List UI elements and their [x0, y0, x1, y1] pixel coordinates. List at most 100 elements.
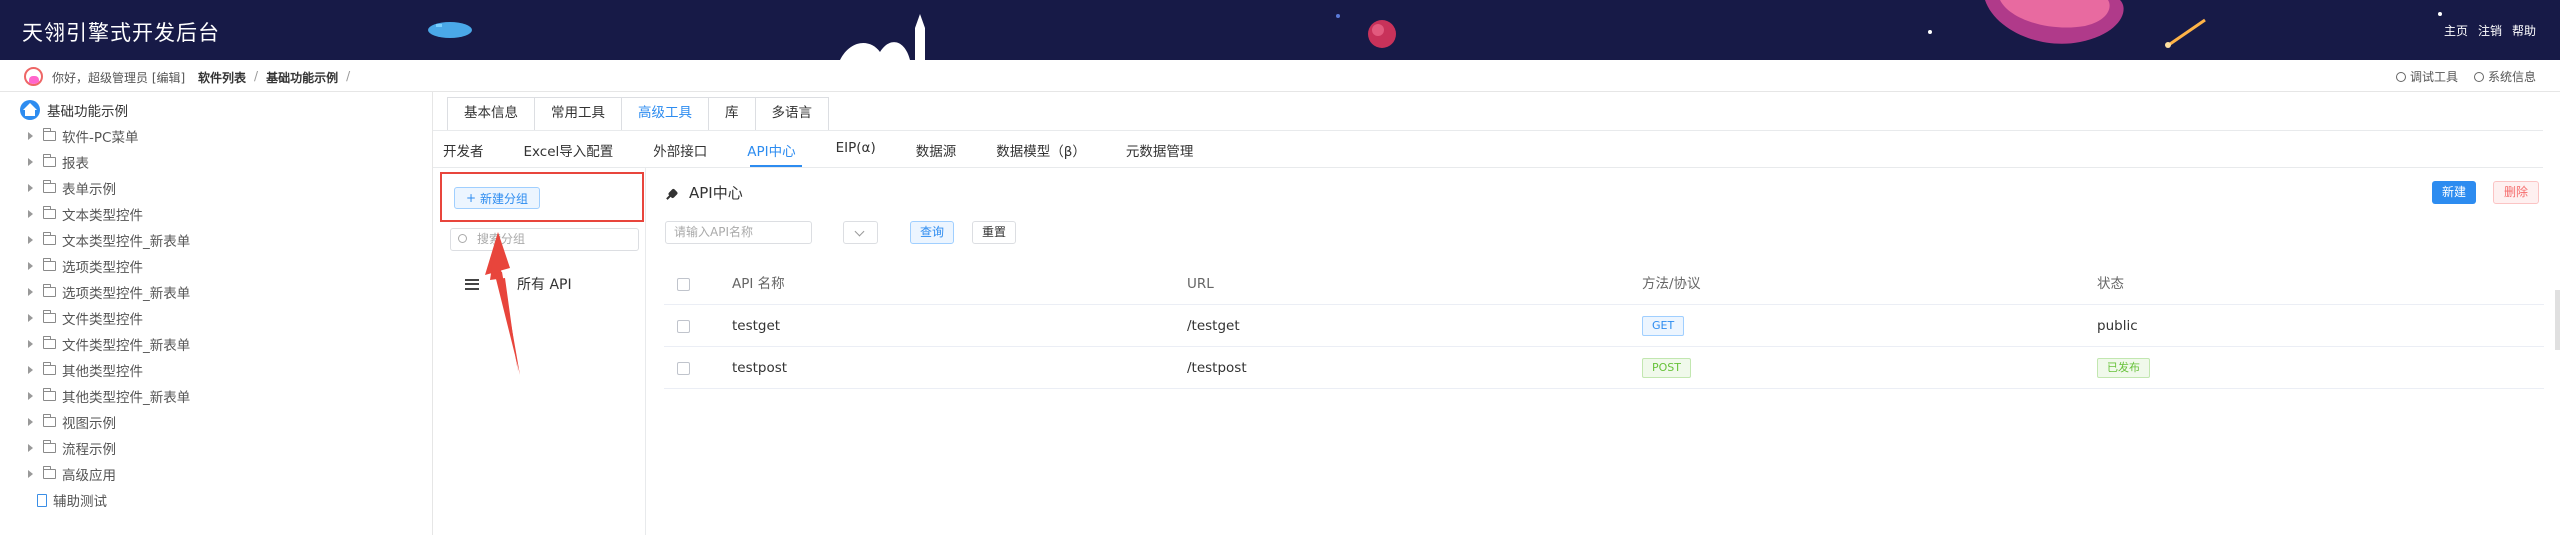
- tree-item[interactable]: 文本类型控件_新表单: [28, 230, 190, 250]
- tree-item[interactable]: 报表: [28, 152, 89, 172]
- crumb-software-list[interactable]: 软件列表: [198, 69, 246, 86]
- caret-right-icon[interactable]: [28, 366, 33, 374]
- tab-api-center[interactable]: API中心: [747, 140, 795, 164]
- tab-external-interface[interactable]: 外部接口: [653, 140, 707, 164]
- folder-icon: [43, 336, 56, 349]
- api-status-cell: 已发布: [2097, 347, 2150, 389]
- caret-right-icon[interactable]: [28, 470, 33, 478]
- tab-data-model[interactable]: 数据模型（β）: [996, 140, 1086, 164]
- tree-item-label: 文件类型控件_新表单: [62, 338, 191, 354]
- tree-item-label: 文本类型控件: [62, 208, 143, 224]
- user-greeting[interactable]: 你好，超级管理员 [编辑]: [52, 69, 185, 86]
- api-group-panel: [433, 168, 646, 535]
- new-api-button[interactable]: 新建: [2432, 181, 2476, 204]
- tree-item[interactable]: 选项类型控件_新表单: [28, 282, 190, 302]
- logout-link[interactable]: 注销: [2478, 22, 2502, 39]
- tree-item[interactable]: 辅助测试: [28, 490, 107, 510]
- col-url: URL: [1187, 276, 1214, 292]
- top-links: 主页 注销 帮助: [2444, 22, 2536, 39]
- caret-right-icon[interactable]: [28, 392, 33, 400]
- folder-icon: [43, 414, 56, 427]
- crumb-basic-examples[interactable]: 基础功能示例: [266, 69, 338, 86]
- caret-right-icon[interactable]: [28, 288, 33, 296]
- tree-item[interactable]: 文件类型控件: [28, 308, 143, 328]
- caret-right-icon[interactable]: [28, 340, 33, 348]
- menu-icon: [465, 278, 479, 290]
- folder-icon: [43, 284, 56, 297]
- api-center-title-text: API中心: [689, 184, 743, 202]
- top-banner: 天翎引擎式开发后台 主页 注销 帮助: [0, 0, 2560, 60]
- home-icon: [20, 100, 40, 120]
- tab-common-tools[interactable]: 常用工具: [535, 98, 622, 130]
- debug-tools-link[interactable]: 调试工具: [2395, 68, 2458, 85]
- tree-root[interactable]: 基础功能示例: [20, 100, 128, 120]
- api-name-cell[interactable]: testpost: [732, 347, 787, 389]
- tab-metadata[interactable]: 元数据管理: [1126, 140, 1194, 164]
- home-link[interactable]: 主页: [2444, 22, 2468, 39]
- tree-item-label: 选项类型控件_新表单: [62, 286, 191, 302]
- tab-datasource[interactable]: 数据源: [916, 140, 957, 164]
- tab-multilanguage[interactable]: 多语言: [756, 98, 829, 130]
- scrollbar[interactable]: [2555, 290, 2560, 350]
- debug-tools-label: 调试工具: [2409, 70, 2458, 84]
- api-name-search-input[interactable]: 请输入API名称: [665, 221, 812, 244]
- tab-advanced-tools[interactable]: 高级工具: [622, 98, 709, 130]
- filter-select[interactable]: [843, 221, 878, 244]
- debug-icon: [2395, 72, 2406, 82]
- tree-item[interactable]: 其他类型控件: [28, 360, 143, 380]
- tree-item[interactable]: 高级应用: [28, 464, 116, 484]
- help-link[interactable]: 帮助: [2512, 22, 2536, 39]
- highlight-box: [440, 172, 644, 222]
- all-api-item[interactable]: 所有 API: [465, 274, 572, 294]
- caret-right-icon[interactable]: [28, 314, 33, 322]
- caret-right-icon[interactable]: [28, 158, 33, 166]
- reset-button[interactable]: 重置: [972, 221, 1016, 244]
- row-checkbox[interactable]: [677, 362, 690, 375]
- folder-icon: [43, 362, 56, 375]
- tree-item-label: 表单示例: [62, 182, 116, 198]
- app-title: 天翎引擎式开发后台: [22, 21, 220, 45]
- tab-library[interactable]: 库: [709, 98, 756, 130]
- folder-icon: [43, 180, 56, 193]
- caret-right-icon[interactable]: [28, 418, 33, 426]
- caret-right-icon[interactable]: [28, 132, 33, 140]
- tree-item[interactable]: 选项类型控件: [28, 256, 143, 276]
- select-all-checkbox[interactable]: [677, 278, 690, 291]
- tree-item[interactable]: 流程示例: [28, 438, 116, 458]
- group-search-input[interactable]: 搜索分组: [450, 228, 639, 251]
- avatar[interactable]: [24, 67, 43, 86]
- api-name-cell[interactable]: testget: [732, 305, 780, 347]
- caret-right-icon[interactable]: [28, 444, 33, 452]
- tree-item[interactable]: 文件类型控件_新表单: [28, 334, 190, 354]
- caret-right-icon[interactable]: [28, 236, 33, 244]
- api-status-cell: public: [2097, 318, 2138, 334]
- tab-basic-info[interactable]: 基本信息: [448, 98, 535, 130]
- col-api-name: API 名称: [732, 276, 785, 292]
- api-method-cell: POST: [1642, 347, 1691, 389]
- document-icon: [37, 493, 47, 507]
- tree-item-label: 报表: [62, 156, 89, 172]
- tree-item[interactable]: 表单示例: [28, 178, 116, 198]
- system-info-link[interactable]: 系统信息: [2473, 68, 2536, 85]
- tree-item[interactable]: 其他类型控件_新表单: [28, 386, 190, 406]
- table-row[interactable]: testpost /testpost POST 已发布: [664, 347, 2544, 389]
- caret-right-icon[interactable]: [28, 184, 33, 192]
- api-url-cell: /testpost: [1187, 360, 1247, 376]
- caret-right-icon[interactable]: [28, 262, 33, 270]
- tab-eip[interactable]: EIP(α): [836, 140, 876, 164]
- tab-excel-import[interactable]: Excel导入配置: [524, 140, 614, 164]
- folder-icon: [43, 310, 56, 323]
- table-row[interactable]: testget /testget GET public: [664, 305, 2544, 347]
- row-checkbox[interactable]: [677, 320, 690, 333]
- header-tools: 调试工具 系统信息: [2395, 68, 2536, 85]
- tree-item[interactable]: 视图示例: [28, 412, 116, 432]
- tab-developer[interactable]: 开发者: [443, 140, 484, 164]
- caret-right-icon[interactable]: [28, 210, 33, 218]
- delete-api-button[interactable]: 删除: [2493, 181, 2539, 204]
- tree-item[interactable]: 文本类型控件: [28, 204, 143, 224]
- folder-icon: [43, 128, 56, 141]
- tree-item[interactable]: 软件-PC菜单: [28, 126, 138, 146]
- tree-item-label: 其他类型控件_新表单: [62, 390, 191, 406]
- method-badge: GET: [1642, 316, 1685, 336]
- query-button[interactable]: 查询: [910, 221, 954, 244]
